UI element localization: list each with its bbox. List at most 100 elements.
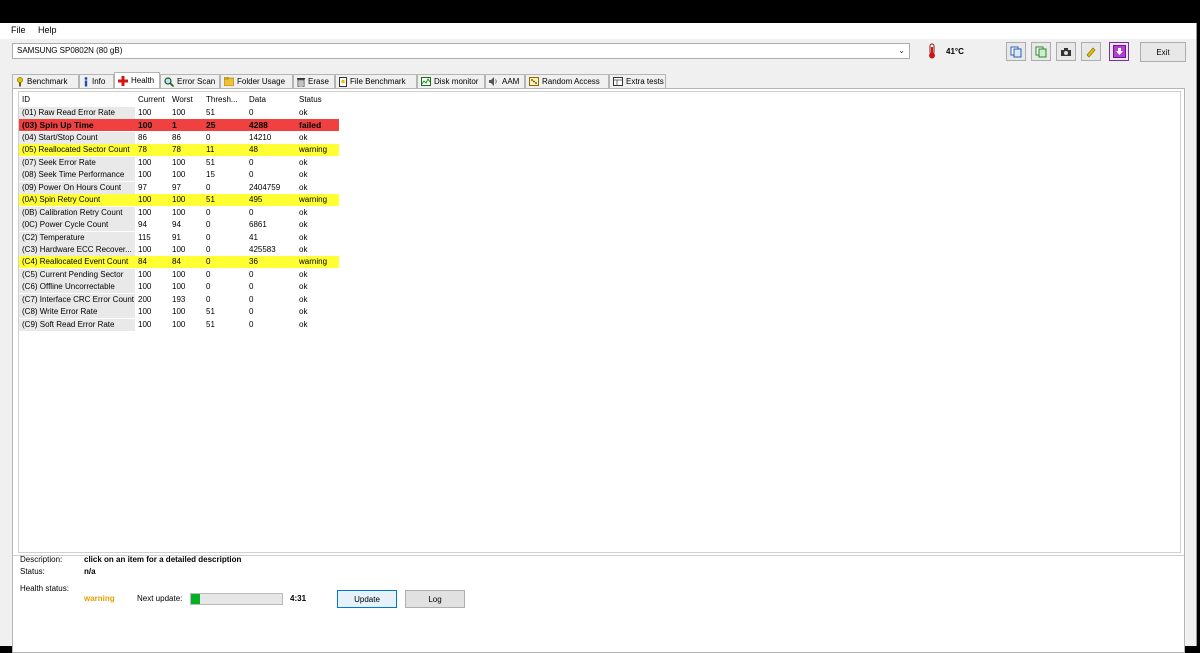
- cell-status: warning: [299, 195, 328, 205]
- tab-aam[interactable]: AAM: [485, 74, 525, 88]
- cell-worst: 100: [172, 170, 186, 180]
- menu-help[interactable]: Help: [36, 25, 59, 35]
- cell-data: 495: [249, 195, 263, 205]
- cell-worst: 100: [172, 207, 186, 217]
- cell-worst: 94: [172, 220, 181, 230]
- table-row[interactable]: (C4) Reallocated Event Count 84 84 0 36 warni…: [19, 256, 339, 269]
- log-button[interactable]: Log: [405, 590, 465, 608]
- tab-extra-tests[interactable]: Extra tests: [609, 74, 666, 88]
- cell-threshold: 11: [206, 145, 215, 155]
- cell-current: 100: [138, 170, 152, 180]
- cell-threshold: 0: [206, 132, 211, 142]
- tab-label: Health: [131, 76, 155, 85]
- screenshot-button[interactable]: [1056, 42, 1076, 61]
- smart-attributes-table[interactable]: ID Current Worst Thresh... Data Status (…: [18, 91, 1181, 553]
- tab-disk-monitor[interactable]: Disk monitor: [417, 74, 485, 88]
- temperature-value: 41°C: [946, 47, 964, 56]
- tab-random-access[interactable]: Random Access: [525, 74, 609, 88]
- table-row[interactable]: (0B) Calibration Retry Count 100 100 0 0 ok: [19, 206, 339, 219]
- table-row[interactable]: (C3) Hardware ECC Recover... 100 100 0 42558…: [19, 243, 339, 256]
- column-header-worst[interactable]: Worst: [169, 94, 203, 106]
- cell-status: ok: [299, 319, 308, 329]
- cell-threshold: 0: [206, 257, 211, 267]
- tab-folder-usage[interactable]: Folder Usage: [220, 74, 293, 88]
- save-button[interactable]: [1109, 42, 1129, 61]
- cell-id: (01) Raw Read Error Rate: [19, 107, 135, 119]
- cell-data: 4288: [249, 120, 268, 131]
- update-button[interactable]: Update: [337, 590, 397, 608]
- cell-status: ok: [299, 108, 308, 117]
- cell-data: 0: [249, 269, 254, 279]
- cell-data: 6861: [249, 220, 267, 230]
- table-row[interactable]: (03) Spin Up Time 100 1 25 4288 failed: [19, 119, 339, 132]
- table-row[interactable]: (01) Raw Read Error Rate 100 100 51 0 ok: [19, 107, 339, 119]
- tab-benchmark[interactable]: Benchmark: [12, 74, 79, 88]
- cell-current: 86: [138, 132, 147, 142]
- cell-status: ok: [299, 207, 308, 217]
- tab-label: AAM: [502, 77, 520, 86]
- table-row[interactable]: (07) Seek Error Rate 100 100 51 0 ok: [19, 156, 339, 169]
- cell-current: 100: [138, 307, 152, 317]
- copy-button[interactable]: [1006, 42, 1026, 61]
- cell-status: ok: [299, 170, 308, 180]
- cell-worst: 91: [172, 232, 181, 242]
- column-header-threshold[interactable]: Thresh...: [203, 94, 246, 106]
- table-row[interactable]: (C9) Soft Read Error Rate 100 100 51 0 ok: [19, 318, 339, 331]
- cell-current: 100: [138, 319, 152, 329]
- column-header-data[interactable]: Data: [246, 94, 296, 106]
- copy-all-icon: [1035, 46, 1047, 57]
- table-row[interactable]: (0C) Power Cycle Count 94 94 0 6861 ok: [19, 219, 339, 232]
- cell-current: 100: [138, 282, 152, 292]
- tab-file-benchmark[interactable]: File Benchmark: [335, 74, 417, 88]
- cell-worst: 97: [172, 182, 181, 192]
- cell-id: (C9) Soft Read Error Rate: [19, 318, 135, 331]
- cell-data: 0: [249, 307, 254, 317]
- tab-info[interactable]: Info: [79, 74, 114, 88]
- table-row[interactable]: (C5) Current Pending Sector 100 100 0 0 ok: [19, 268, 339, 281]
- cell-worst: 100: [172, 282, 186, 292]
- table-row[interactable]: (05) Reallocated Sector Count 78 78 11 48 war…: [19, 144, 339, 157]
- table-row[interactable]: (C2) Temperature 115 91 0 41 ok: [19, 231, 339, 244]
- cell-current: 100: [138, 120, 153, 131]
- cell-current: 97: [138, 182, 147, 192]
- cell-worst: 193: [172, 294, 186, 304]
- menu-file[interactable]: File: [9, 25, 28, 35]
- next-update-label: Next update:: [137, 594, 183, 603]
- table-row[interactable]: (C6) Offline Uncorrectable 100 100 0 0 ok: [19, 281, 339, 294]
- cell-id: (0A) Spin Retry Count: [19, 194, 135, 207]
- cell-id: (C8) Write Error Rate: [19, 306, 135, 319]
- cell-worst: 100: [172, 244, 186, 254]
- hd-tune-window: File Help SAMSUNG SP0802N (80 gB) ⌄ 41°C: [0, 23, 1197, 653]
- exit-button[interactable]: Exit: [1140, 42, 1186, 62]
- cell-data: 425583: [249, 244, 276, 254]
- cell-threshold: 0: [206, 269, 211, 279]
- cell-current: 100: [138, 244, 152, 254]
- tab-health[interactable]: Health: [114, 72, 160, 88]
- table-row[interactable]: (09) Power On Hours Count 97 97 0 2404759 ok: [19, 181, 339, 194]
- tab-erase[interactable]: Erase: [293, 74, 335, 88]
- copy-all-button[interactable]: [1031, 42, 1051, 61]
- cell-status: ok: [299, 182, 308, 192]
- table-row[interactable]: (04) Start/Stop Count 86 86 0 14210 ok: [19, 131, 339, 144]
- table-row[interactable]: (0A) Spin Retry Count 100 100 51 495 warning: [19, 194, 339, 207]
- disk-monitor-icon: [421, 77, 431, 87]
- table-row[interactable]: (C8) Write Error Rate 100 100 51 0 ok: [19, 306, 339, 319]
- cell-threshold: 51: [206, 108, 215, 117]
- column-header-current[interactable]: Current: [135, 94, 169, 106]
- cell-status: ok: [299, 294, 308, 304]
- next-update-time: 4:31: [290, 594, 307, 603]
- drive-select[interactable]: SAMSUNG SP0802N (80 gB) ⌄: [12, 43, 910, 59]
- table-row[interactable]: (08) Seek Time Performance 100 100 15 0 ok: [19, 169, 339, 182]
- cell-current: 100: [138, 207, 152, 217]
- cell-data: 0: [249, 108, 254, 117]
- cell-id: (C4) Reallocated Event Count: [19, 256, 135, 269]
- options-button[interactable]: [1081, 42, 1101, 61]
- cell-threshold: 15: [206, 170, 215, 180]
- cell-worst: 86: [172, 132, 181, 142]
- tab-error-scan[interactable]: Error Scan: [160, 74, 220, 88]
- cell-data: 41: [249, 232, 258, 242]
- table-row[interactable]: (C7) Interface CRC Error Count 200 193 0 0 ok: [19, 293, 339, 306]
- column-header-status[interactable]: Status: [296, 94, 339, 106]
- column-header-id[interactable]: ID: [19, 94, 135, 106]
- cell-worst: 100: [172, 108, 186, 117]
